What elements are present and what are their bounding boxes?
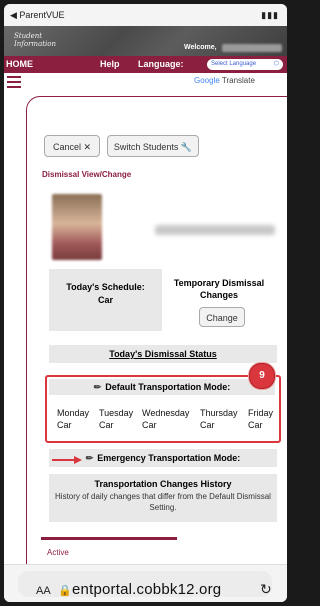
welcome-text: Welcome, <box>184 44 217 51</box>
user-name-redacted <box>222 44 282 52</box>
browser-url-bar: AA 🔒 entportal.cobbk12.org ↻ <box>4 564 287 602</box>
language-select[interactable]: Select Language ⬡ <box>207 59 283 70</box>
phone-screen: ◀ ParentVUE ▮▮▮ Student Information Welc… <box>4 4 287 602</box>
header-banner: Student Information Welcome, <box>4 26 287 56</box>
step-badge: 9 <box>249 363 275 389</box>
schedule-title: Today's Schedule: <box>66 282 145 292</box>
student-name-redacted <box>155 225 275 235</box>
switch-students-button[interactable]: Switch Students 🔧 <box>107 135 199 157</box>
pencil-icon[interactable]: ✏ <box>94 382 102 392</box>
day-thursday: Thursday Car <box>200 408 238 430</box>
status-indicators: ▮▮▮ <box>261 10 279 20</box>
menu-row: Google Translate <box>4 73 287 93</box>
temporary-dismissal-title: Temporary Dismissal Changes <box>173 278 265 300</box>
day-wednesday: Wednesday Car <box>142 408 190 430</box>
transportation-history-box: Transportation Changes History History o… <box>49 474 277 522</box>
history-title: Transportation Changes History <box>94 479 232 489</box>
cancel-button[interactable]: Cancel ✕ <box>44 135 100 157</box>
day-monday: Monday Car <box>57 408 90 430</box>
todays-schedule-box: Today's Schedule: Car <box>49 269 162 331</box>
reload-icon[interactable]: ↻ <box>260 581 272 598</box>
url-text[interactable]: entportal.cobbk12.org <box>72 581 221 598</box>
dismissal-panel: Cancel ✕ Switch Students 🔧 Dismissal Vie… <box>26 96 287 580</box>
arrow-icon <box>52 456 82 464</box>
ios-status-bar: ◀ ParentVUE ▮▮▮ <box>4 4 287 26</box>
day-tuesday: Tuesday Car <box>99 408 134 430</box>
schedule-value: Car <box>97 295 113 305</box>
back-to-app-link[interactable]: ◀ ParentVUE <box>10 10 64 21</box>
chevron-down-icon: ⬡ <box>273 61 279 67</box>
top-nav: HOME Help Language: Select Language ⬡ <box>4 56 287 73</box>
google-translate-link[interactable]: Google Translate <box>194 76 255 85</box>
student-photo <box>52 194 102 260</box>
default-mode-header[interactable]: ✏ Default Transportation Mode: <box>49 379 275 395</box>
day-friday: Friday Car <box>248 408 274 430</box>
hamburger-menu-icon[interactable] <box>7 76 21 88</box>
nav-home[interactable]: HOME <box>6 59 33 69</box>
dismissal-status-link[interactable]: Today's Dismissal Status <box>109 349 217 359</box>
section-title: Dismissal View/Change <box>42 170 132 179</box>
nav-help[interactable]: Help <box>100 59 120 69</box>
history-description: History of daily changes that differ fro… <box>55 492 271 512</box>
address-field[interactable]: AA 🔒 entportal.cobbk12.org ↻ <box>18 571 272 598</box>
pencil-icon[interactable]: ✏ <box>86 453 94 463</box>
logo: Student Information <box>14 32 57 48</box>
nav-language-label: Language: <box>138 59 184 69</box>
change-button[interactable]: Change <box>199 307 245 327</box>
text-size-button[interactable]: AA <box>36 585 51 597</box>
lock-icon: 🔒 <box>58 585 72 597</box>
emergency-transportation-header[interactable]: ✏ Emergency Transportation Mode: <box>49 449 277 467</box>
default-transportation-box: ✏ Default Transportation Mode: Monday Car… <box>45 375 281 443</box>
dismissal-status-bar[interactable]: Today's Dismissal Status <box>49 345 277 363</box>
